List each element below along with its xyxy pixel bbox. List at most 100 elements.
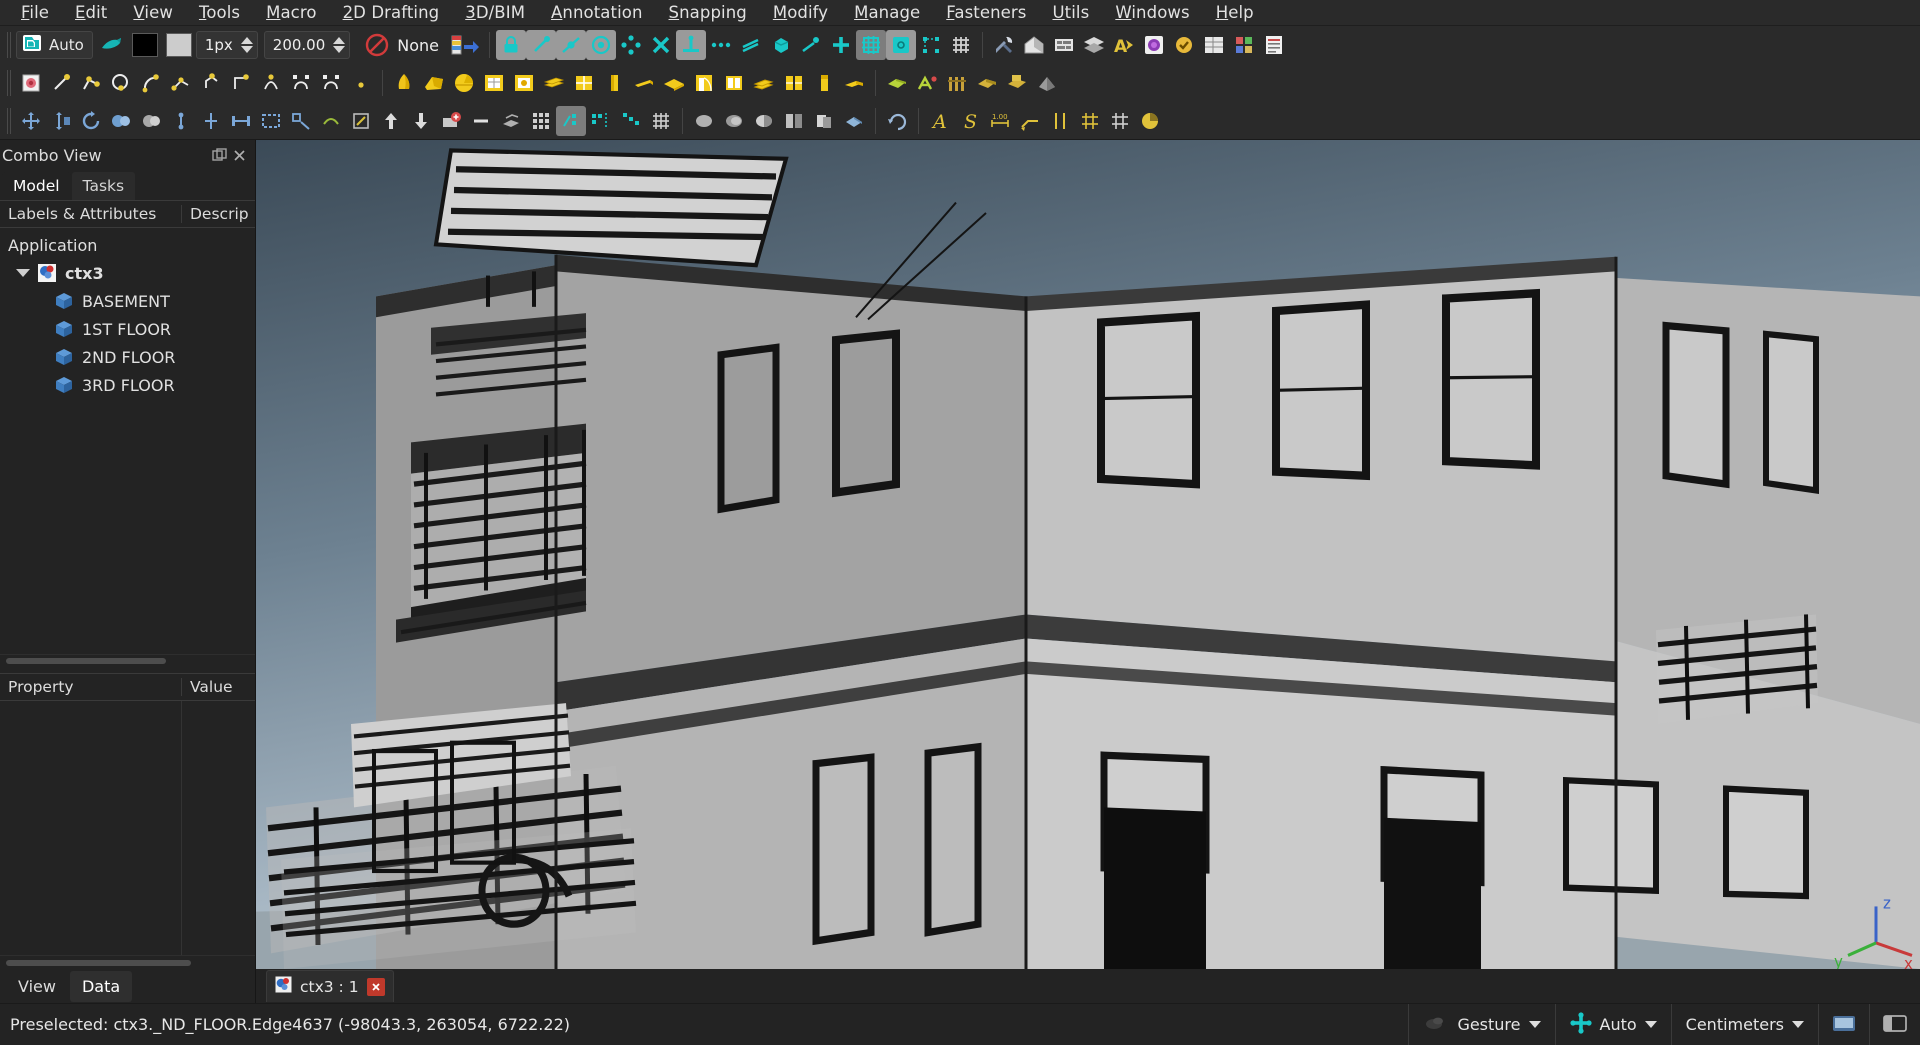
tree-header-description[interactable]: Descrip	[182, 205, 255, 223]
menu-utils[interactable]: Utils	[1039, 1, 1102, 24]
slice-button[interactable]	[779, 106, 809, 136]
bim-roof-button[interactable]	[839, 68, 869, 98]
line-color-swatch[interactable]	[128, 30, 162, 60]
tab-tasks[interactable]: Tasks	[71, 172, 136, 200]
compound-button[interactable]	[749, 106, 779, 136]
property-horizontal-scrollbar[interactable]	[0, 955, 255, 969]
mirror-button[interactable]	[586, 106, 616, 136]
bim-space-button[interactable]	[509, 68, 539, 98]
text-size-spinbox[interactable]: 200.00	[263, 31, 351, 59]
downgrade-button[interactable]	[406, 106, 436, 136]
path-array-button[interactable]	[526, 106, 556, 136]
property-scroll-thumb[interactable]	[6, 959, 191, 966]
screen-capture-button[interactable]	[1818, 1003, 1869, 1045]
bim-pipe-connector-button[interactable]	[779, 68, 809, 98]
snap-dimensions-button[interactable]	[916, 30, 946, 60]
bim-equipment-button[interactable]	[1002, 68, 1032, 98]
offset-button[interactable]	[166, 106, 196, 136]
units-selector[interactable]: Centimeters	[1670, 1003, 1818, 1045]
boolean-button[interactable]	[839, 106, 869, 136]
trimex-button[interactable]	[196, 106, 226, 136]
axis-grid-button[interactable]	[1075, 106, 1105, 136]
axis-button[interactable]	[1045, 106, 1075, 136]
layers-button[interactable]	[1079, 30, 1109, 60]
menu-tools[interactable]: Tools	[186, 1, 253, 24]
bim-building-button[interactable]	[449, 68, 479, 98]
snap-near-button[interactable]	[796, 30, 826, 60]
property-rows-area[interactable]	[0, 700, 255, 955]
snap-endpoint-button[interactable]	[526, 30, 557, 60]
menu-3d-bim[interactable]: 3D/BIM	[452, 1, 538, 24]
select-plane-button[interactable]	[98, 30, 128, 60]
upgrade-button[interactable]	[376, 106, 406, 136]
extrude-button[interactable]	[809, 106, 839, 136]
draft-polyline-button[interactable]	[76, 68, 106, 98]
snap-working-plane-button[interactable]	[886, 30, 917, 60]
bim-slab-button[interactable]	[659, 68, 689, 98]
snap-midpoint-button[interactable]	[556, 30, 587, 60]
toolbar-grip-3[interactable]	[7, 107, 13, 134]
bim-pipe-button[interactable]	[749, 68, 779, 98]
bim-fence-button[interactable]	[942, 68, 972, 98]
bim-project-button[interactable]	[389, 68, 419, 98]
scale-button[interactable]	[286, 106, 316, 136]
bim-window-button[interactable]	[719, 68, 749, 98]
navigation-style-selector[interactable]: Gesture	[1408, 1003, 1554, 1045]
menu-view[interactable]: View	[120, 1, 186, 24]
simple-copy-button[interactable]	[136, 106, 166, 136]
snap-intersection-button[interactable]	[646, 30, 676, 60]
draft-ellipse-button[interactable]	[166, 68, 196, 98]
remove-component-button[interactable]	[466, 106, 496, 136]
menu-fasteners[interactable]: Fasteners	[933, 1, 1039, 24]
bim-curtainwall-button[interactable]	[569, 68, 599, 98]
line-width-spinbox[interactable]: 1px	[195, 31, 258, 59]
classification-button[interactable]	[1229, 30, 1259, 60]
menu-2d-drafting[interactable]: 2D Drafting	[330, 1, 453, 24]
split-button[interactable]	[256, 106, 286, 136]
toggle-construction-button[interactable]	[447, 30, 483, 60]
snap-lock-button[interactable]	[496, 30, 527, 60]
menu-snapping[interactable]: Snapping	[656, 1, 760, 24]
menu-help[interactable]: Help	[1203, 1, 1267, 24]
snap-center-button[interactable]	[586, 30, 617, 60]
dimension-button[interactable]: 1.00	[985, 106, 1015, 136]
point-array-button[interactable]	[556, 105, 586, 136]
bim-truss-button[interactable]	[972, 68, 1002, 98]
chevron-down-icon-2[interactable]	[1644, 1021, 1657, 1028]
text-button[interactable]: A	[925, 106, 955, 136]
stretch-button[interactable]	[316, 106, 346, 136]
preflight-button[interactable]	[1169, 30, 1199, 60]
tree-item-document[interactable]: ctx3	[0, 259, 255, 287]
draft-arc-button[interactable]	[136, 68, 166, 98]
line-width-up-arrow[interactable]	[240, 37, 253, 44]
tree-horizontal-scrollbar[interactable]	[0, 653, 255, 668]
bim-stairs-button[interactable]	[809, 68, 839, 98]
float-icon[interactable]	[209, 145, 229, 165]
expand-caret-icon[interactable]	[16, 269, 30, 277]
bim-site-button[interactable]	[419, 68, 449, 98]
tab-view[interactable]: View	[6, 971, 68, 1002]
snap-perpendicular-button[interactable]	[676, 30, 707, 60]
array-button[interactable]	[496, 106, 526, 136]
ifc-explorer-button[interactable]	[1019, 30, 1049, 60]
close-icon[interactable]	[229, 145, 249, 165]
menu-annotation[interactable]: Annotation	[538, 1, 656, 24]
grid-system-button[interactable]	[1105, 106, 1135, 136]
fuse-button[interactable]	[616, 106, 646, 136]
bim-level-button[interactable]	[479, 68, 509, 98]
snap-grid-button[interactable]	[856, 30, 887, 60]
tree-header-labels[interactable]: Labels & Attributes	[0, 205, 182, 223]
line-width-down-arrow[interactable]	[240, 46, 253, 53]
snap-extension-button[interactable]	[706, 30, 736, 60]
tree-item-3rd-floor[interactable]: 3RD FLOOR	[0, 371, 255, 399]
sphere-button[interactable]	[689, 106, 719, 136]
working-plane-button[interactable]: None	[356, 32, 447, 58]
menu-macro[interactable]: Macro	[253, 1, 329, 24]
draft-hatch-button[interactable]	[316, 68, 346, 98]
face-color-swatch[interactable]	[162, 30, 196, 60]
tab-data[interactable]: Data	[69, 970, 133, 1002]
menu-manage[interactable]: Manage	[841, 1, 933, 24]
3d-viewport[interactable]: z x y	[256, 140, 1920, 969]
bim-frame-button[interactable]	[912, 68, 942, 98]
text-size-down-arrow[interactable]	[333, 46, 346, 53]
